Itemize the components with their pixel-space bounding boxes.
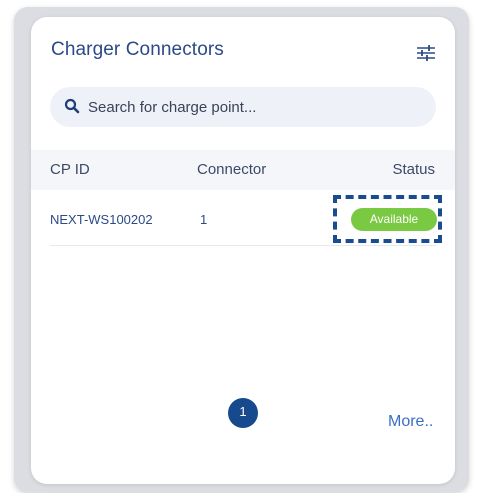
status-badge: Available [351,208,437,231]
column-header-status: Status [392,161,435,178]
cell-cp-id: NEXT-WS100202 [50,212,153,227]
filter-button[interactable] [415,42,437,64]
row-divider [50,245,436,246]
sliders-icon [417,45,435,61]
cell-connector: 1 [200,212,208,227]
column-header-connector: Connector [197,161,267,178]
search-icon [64,98,80,114]
table-row[interactable]: NEXT-WS100202 1 Available [31,190,455,246]
pagination-page-button[interactable]: 1 [228,398,258,428]
panel-title: Charger Connectors [51,39,224,60]
column-header-cp-id: CP ID [50,161,90,178]
more-link[interactable]: More.. [388,413,433,431]
charger-connectors-card: Charger Connectors CP ID Connector Statu… [31,17,455,484]
search-bar [50,87,436,127]
search-input[interactable] [88,87,418,127]
table-header: CP ID Connector Status [31,150,455,190]
